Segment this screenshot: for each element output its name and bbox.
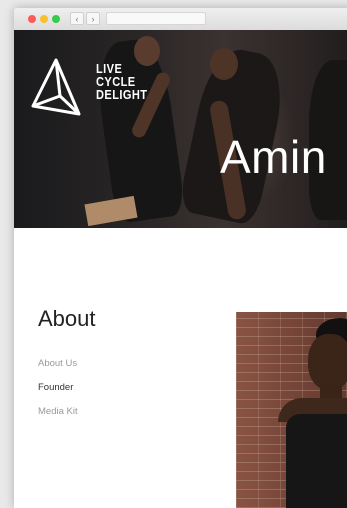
minimize-window-button[interactable]: [40, 15, 48, 23]
hero-banner: LIVE CYCLE DELIGHT Amin: [14, 30, 347, 228]
about-sidebar-nav: About Us Founder Media Kit: [38, 352, 78, 424]
sidebar-item-about-us[interactable]: About Us: [38, 352, 78, 376]
back-button[interactable]: ‹: [70, 12, 84, 25]
forward-button[interactable]: ›: [86, 12, 100, 25]
founder-portrait: [236, 312, 347, 508]
logo-line: DELIGHT: [96, 87, 148, 102]
close-window-button[interactable]: [28, 15, 36, 23]
main-content: About About Us Founder Media Kit: [14, 228, 347, 508]
page-title: Amin: [220, 131, 327, 183]
zoom-window-button[interactable]: [52, 15, 60, 23]
logo-wordmark[interactable]: LIVE CYCLE DELIGHT: [96, 62, 147, 101]
address-bar[interactable]: [106, 12, 206, 25]
hero-photo-detail: [210, 48, 238, 80]
about-heading: About: [38, 306, 96, 331]
sidebar-item-media-kit[interactable]: Media Kit: [38, 400, 78, 424]
portrait-top: [286, 414, 347, 508]
sidebar-item-founder[interactable]: Founder: [38, 376, 78, 400]
logo-triangle-icon[interactable]: [30, 56, 82, 118]
portrait-face: [308, 334, 347, 390]
browser-window: ‹ › LIVE CYCLE DELIGHT Amin About About …: [14, 8, 347, 508]
browser-titlebar: ‹ ›: [14, 8, 347, 31]
